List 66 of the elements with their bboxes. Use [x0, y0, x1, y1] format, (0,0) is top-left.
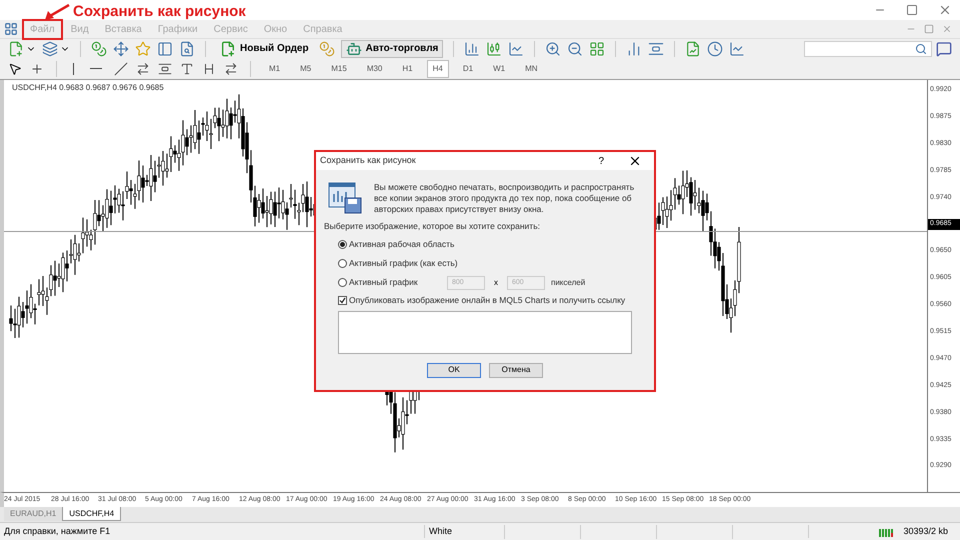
publish-label[interactable]: Опубликовать изображение онлайн в MQL5 Charts и получить ссылку	[349, 294, 626, 306]
clock-icon[interactable]	[707, 40, 724, 56]
maximize-icon[interactable]	[906, 4, 918, 16]
status-help: Для справки, нажмите F1	[3, 524, 112, 538]
new-order-button[interactable]: Новый Ордер	[216, 40, 313, 58]
radio-label[interactable]: Активный график (как есть)	[349, 257, 458, 270]
coins-icon[interactable]	[91, 40, 107, 56]
timeframe-button[interactable]: MN	[519, 60, 544, 78]
timeframe-button[interactable]: D1	[456, 60, 480, 78]
auto-trading-button[interactable]: Авто-торговля	[340, 40, 444, 58]
connection-bars-icon	[879, 526, 896, 536]
dialog-prompt: Выберите изображение, которое вы хотите сохранить:	[324, 220, 541, 233]
timeframe-button[interactable]: M5	[294, 60, 318, 78]
timeframe-button[interactable]: W1	[487, 60, 512, 78]
star-icon[interactable]	[135, 40, 151, 56]
timeframe-button[interactable]: M15	[325, 60, 353, 78]
timeframe-button[interactable]: M30	[360, 60, 388, 78]
robot-icon	[346, 40, 362, 56]
bar-chart-icon[interactable]	[464, 40, 480, 56]
crosshair-icon[interactable]	[30, 62, 44, 76]
dialog-message: Вы можете свободно печатать, воспроизводить и распространять все копии экранов этого продукта до тех пор, пока сообщение об авторских правах присутствует внизу окна.	[374, 182, 636, 215]
radio-button[interactable]	[338, 278, 347, 288]
trend-line-icon[interactable]	[114, 62, 128, 76]
zoom-in-icon[interactable]	[545, 40, 562, 56]
times-sign: x	[494, 276, 498, 289]
radio-button[interactable]	[338, 240, 347, 250]
text-label-icon[interactable]	[202, 62, 216, 76]
arrows-icon[interactable]	[224, 62, 238, 76]
ok-button[interactable]: OK	[427, 362, 481, 378]
zoom-out-icon[interactable]	[567, 40, 584, 56]
app-icon[interactable]	[4, 22, 18, 36]
chart-tab[interactable]: USDCHF,H4	[62, 507, 122, 521]
vertical-line-icon[interactable]	[73, 62, 74, 74]
file-search-icon[interactable]	[179, 40, 195, 56]
profiles-icon[interactable]	[42, 40, 58, 56]
chart-header: USDCHF,H4 0.9683 0.9687 0.9676 0.9685	[12, 82, 164, 94]
line-chart-icon[interactable]	[508, 40, 524, 56]
publish-checkbox[interactable]	[338, 296, 347, 305]
annotation-arrow	[44, 3, 70, 21]
dialog-title: Сохранить как рисунок	[320, 154, 416, 168]
radio-label[interactable]: Активная рабочая область	[349, 238, 454, 252]
cursor-icon[interactable]	[8, 62, 22, 76]
timeframe-button[interactable]: M1	[263, 60, 286, 78]
search-field[interactable]	[804, 40, 932, 56]
timeframe-button[interactable]: H4	[426, 60, 449, 78]
new-order-icon	[220, 40, 236, 56]
chart-tab[interactable]: EURAUD,H1	[4, 507, 62, 521]
radio-button[interactable]	[338, 259, 347, 268]
timeframe-button[interactable]: H1	[396, 60, 419, 78]
status-profile: White	[424, 524, 504, 538]
help-button[interactable]: ?	[598, 154, 604, 168]
panel-icon[interactable]	[157, 40, 173, 56]
link-field[interactable]	[338, 310, 632, 354]
move-icon[interactable]	[113, 40, 129, 56]
restore-icon[interactable]	[924, 24, 934, 34]
close-icon[interactable]	[628, 154, 642, 168]
chart-save-icon	[328, 182, 362, 214]
units-label: пикселей	[551, 276, 586, 289]
search-icon	[915, 42, 927, 54]
tile-windows-icon[interactable]	[589, 40, 606, 56]
radio-label[interactable]: Активный график	[349, 276, 447, 290]
status-traffic: 30393/2 kb	[903, 524, 948, 538]
cancel-button[interactable]: Отмена	[489, 362, 543, 378]
text-icon[interactable]	[180, 62, 194, 76]
candlestick-icon[interactable]	[486, 40, 502, 56]
chat-icon[interactable]	[936, 40, 952, 56]
